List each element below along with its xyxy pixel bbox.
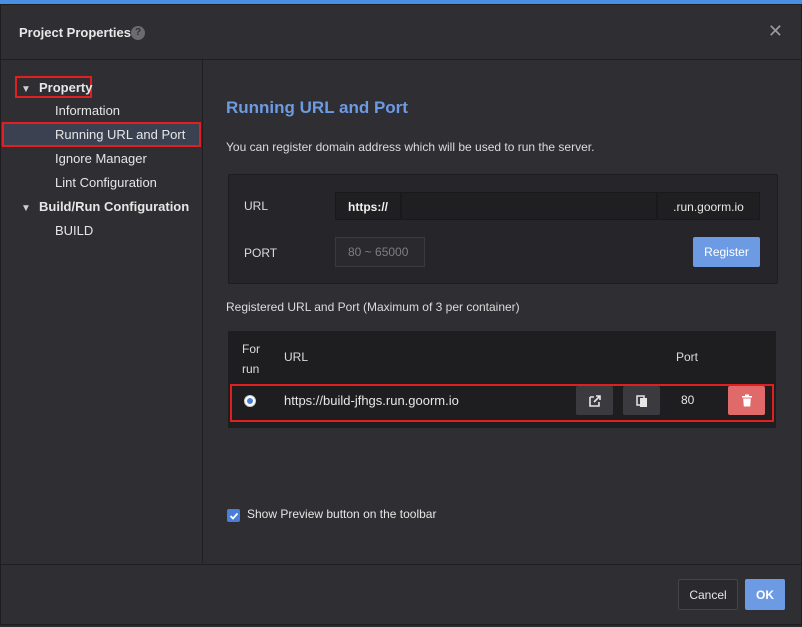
registered-table-header: For run URL Port — [228, 331, 776, 381]
sidebar-item-information[interactable]: Information — [55, 103, 120, 118]
url-suffix: .run.goorm.io — [657, 192, 760, 220]
delete-url-button[interactable] — [728, 386, 765, 415]
cancel-button[interactable]: Cancel — [678, 579, 738, 610]
sidebar-item-build-run-configuration[interactable]: ▼ Build/Run Configuration — [21, 199, 189, 214]
column-header-url: URL — [284, 350, 309, 364]
column-header-for-run: For run — [242, 342, 260, 376]
dialog-title: Project Properties — [19, 25, 131, 40]
trash-icon — [741, 394, 752, 407]
sidebar-item-ignore-manager[interactable]: Ignore Manager — [55, 151, 147, 166]
url-port-form: URL https:// .run.goorm.io PORT Register — [228, 174, 778, 284]
sidebar-item-label: BUILD — [55, 223, 94, 238]
sidebar-item-running-url-and-port[interactable]: Running URL and Port — [55, 127, 185, 142]
show-preview-label: Show Preview button on the toolbar — [247, 507, 437, 521]
url-prefix: https:// — [335, 192, 401, 220]
sidebar-item-build[interactable]: BUILD — [55, 223, 93, 238]
help-icon[interactable]: ? — [131, 26, 145, 40]
table-row: https://build-jfhgs.run.goorm.io 80 — [228, 381, 776, 428]
chevron-down-icon: ▼ — [21, 203, 31, 214]
chevron-down-icon: ▼ — [21, 84, 31, 95]
url-label: URL — [244, 199, 269, 213]
registered-url: https://build-jfhgs.run.goorm.io — [284, 393, 459, 408]
open-url-button[interactable] — [576, 386, 613, 415]
page-title: Running URL and Port — [226, 98, 408, 117]
copy-url-button[interactable] — [623, 386, 660, 415]
main-content: Running URL and Port You can register do… — [203, 60, 801, 563]
page-description: You can register domain address which wi… — [226, 140, 595, 154]
port-label: PORT — [244, 246, 278, 260]
close-icon[interactable]: ✕ — [768, 21, 783, 42]
dialog-footer: Cancel OK — [1, 564, 801, 625]
show-preview-checkbox[interactable] — [227, 509, 240, 522]
sidebar-item-label: Property — [39, 80, 93, 95]
sidebar-item-label: Lint Configuration — [55, 175, 157, 190]
copy-icon — [635, 394, 647, 407]
checkmark-icon — [229, 512, 238, 520]
sidebar-item-label: Ignore Manager — [55, 151, 147, 166]
sidebar-item-label: Information — [55, 103, 121, 118]
registered-port: 80 — [681, 393, 695, 407]
ok-button[interactable]: OK — [745, 579, 785, 610]
sidebar-item-lint-configuration[interactable]: Lint Configuration — [55, 175, 157, 190]
external-link-icon — [588, 394, 601, 407]
sidebar-item-label: Build/Run Configuration — [39, 199, 190, 214]
column-header-port: Port — [676, 350, 699, 364]
dialog-header: Project Properties ? ✕ — [1, 5, 801, 60]
registered-title: Registered URL and Port (Maximum of 3 pe… — [226, 300, 520, 314]
sidebar-item-property[interactable]: ▼ Property — [21, 80, 92, 95]
register-button[interactable]: Register — [693, 237, 760, 267]
sidebar-item-label: Running URL and Port — [55, 127, 186, 142]
url-input[interactable] — [401, 192, 657, 220]
project-properties-dialog: Project Properties ? ✕ ▼ Property Informa… — [0, 4, 802, 625]
for-run-radio[interactable] — [244, 395, 256, 407]
port-input[interactable] — [335, 237, 425, 267]
properties-sidebar: ▼ Property Information Running URL and Po… — [1, 60, 203, 563]
